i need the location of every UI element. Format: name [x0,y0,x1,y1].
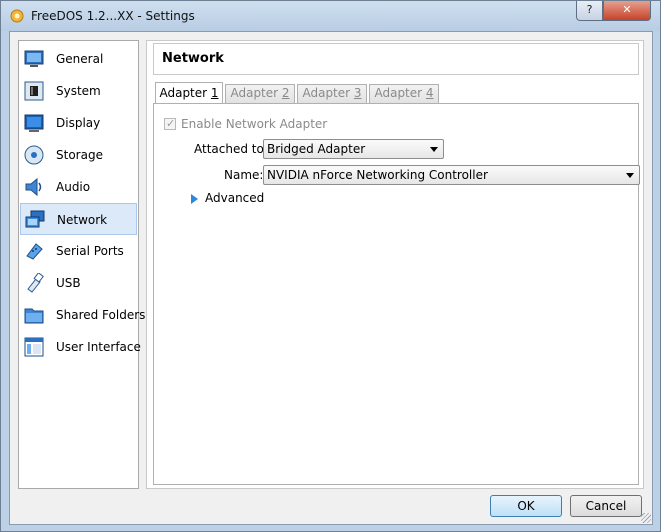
general-icon [24,50,44,67]
adapter-name-select[interactable]: NVIDIA nForce Networking Controller [263,165,640,185]
tab-label: Adapter [374,86,426,100]
tab-mnemonic: 2 [281,86,290,100]
adapter-1-panel: Enable Network Adapter Attached to: Brid… [153,103,640,485]
section-header: Network [153,43,639,75]
sidebar-item-label: Shared Folders [56,308,146,322]
attached-to-select[interactable]: Bridged Adapter [263,139,444,159]
sidebar-item-label: Display [56,116,101,130]
sidebar-item-label: Audio [56,180,91,194]
sidebar-item-label: Storage [56,148,103,162]
tab-mnemonic: 3 [353,86,362,100]
name-label: Name: [224,168,264,182]
chevron-down-icon [430,147,438,152]
dialog-body: General System Display Storage Audio Net… [9,31,653,525]
tab-mnemonic: 1 [210,86,219,100]
close-button[interactable]: ✕ [603,1,651,21]
enable-network-adapter-label: Enable Network Adapter [181,117,328,131]
advanced-label: Advanced [205,191,265,205]
sidebar-item-network[interactable]: Network [20,203,137,235]
expand-arrow-icon [191,194,198,204]
tab-adapter-1[interactable]: Adapter 1 [155,82,223,104]
sidebar-item-label: Serial Ports [56,244,124,258]
cancel-button[interactable]: Cancel [570,495,642,517]
sidebar-item-usb[interactable]: USB [20,267,137,299]
ok-button[interactable]: OK [490,495,562,517]
tab-adapter-3[interactable]: Adapter 3 [297,84,367,103]
shared-folders-icon [24,308,44,324]
sidebar-item-display[interactable]: Display [20,107,137,139]
virtualbox-app-icon [10,9,24,23]
usb-icon [27,273,44,293]
sidebar-item-storage[interactable]: Storage [20,139,137,171]
chevron-down-icon [626,173,634,178]
checkbox-box[interactable] [164,117,176,130]
sidebar-item-system[interactable]: System [20,75,137,107]
title-bar[interactable]: FreeDOS 1.2...XX - Settings ? ✕ [1,1,660,31]
tab-label: Adapter [159,86,211,100]
sidebar-item-serial-ports[interactable]: Serial Ports [20,235,137,267]
sidebar-item-label: USB [56,276,81,290]
system-icon [24,81,44,101]
network-icon [25,210,45,228]
settings-sidebar: General System Display Storage Audio Net… [18,40,145,489]
page-title: Network [162,51,224,66]
tab-adapter-2[interactable]: Adapter 2 [225,84,295,103]
window-title: FreeDOS 1.2...XX - Settings [31,9,195,23]
adapter-name-value: NVIDIA nForce Networking Controller [267,168,488,182]
sidebar-item-user-interface[interactable]: User Interface [20,331,141,363]
serial-ports-icon [26,243,43,260]
tab-mnemonic: 4 [425,86,434,100]
storage-icon [24,145,44,165]
help-button[interactable]: ? [576,1,603,21]
attached-to-label: Attached to: [194,142,268,156]
audio-icon [25,177,42,197]
display-icon [24,114,44,132]
tab-label: Adapter [230,86,282,100]
attached-to-value: Bridged Adapter [267,142,366,156]
settings-window: FreeDOS 1.2...XX - Settings ? ✕ General … [0,0,661,532]
resize-grip[interactable] [641,513,651,523]
sidebar-item-shared-folders[interactable]: Shared Folders [20,299,145,331]
sidebar-item-label: Network [57,213,108,227]
sidebar-item-label: General [56,52,104,66]
sidebar-item-label: User Interface [56,340,141,354]
tab-label: Adapter [302,86,354,100]
user-interface-icon [24,337,44,357]
tab-adapter-4[interactable]: Adapter 4 [369,84,439,103]
sidebar-item-label: System [56,84,101,98]
sidebar-item-general[interactable]: General [20,43,137,75]
settings-page-network: Network Adapter 1 Adapter 2 Adapter 3 Ad… [146,40,644,489]
sidebar-item-audio[interactable]: Audio [20,171,137,203]
